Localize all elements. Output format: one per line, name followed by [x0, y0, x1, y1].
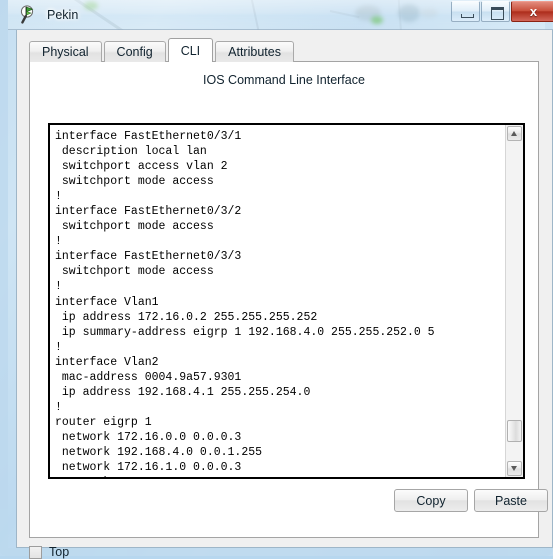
tab-attributes[interactable]: Attributes — [215, 41, 294, 62]
tab-cli-label: CLI — [180, 43, 201, 58]
top-checkbox[interactable] — [29, 545, 42, 559]
title-bar[interactable]: Pekin x — [8, 0, 553, 30]
minimize-button[interactable] — [451, 1, 480, 22]
maximize-button[interactable] — [481, 1, 510, 22]
window-client-area: Physical Config CLI Attributes IOS Comma… — [16, 30, 553, 559]
tab-config-label: Config — [116, 45, 153, 59]
scrollbar-thumb[interactable] — [507, 420, 522, 442]
minimize-icon — [461, 14, 474, 18]
scroll-up-arrow-icon[interactable] — [507, 126, 522, 141]
panel-title: IOS Command Line Interface — [203, 73, 365, 87]
copy-button[interactable]: Copy — [394, 489, 468, 512]
tab-cli[interactable]: CLI — [167, 38, 214, 62]
cli-console[interactable]: interface FastEthernet0/3/1 description … — [48, 123, 525, 479]
tab-config[interactable]: Config — [103, 41, 166, 62]
cli-tab-panel: IOS Command Line Interface interface Fas… — [29, 61, 548, 538]
maximize-icon — [491, 7, 504, 20]
top-checkbox-label: Top — [49, 545, 70, 559]
scroll-down-arrow-icon[interactable] — [507, 461, 522, 476]
cli-output-text[interactable]: interface FastEthernet0/3/1 description … — [50, 125, 505, 477]
tab-strip: Physical Config CLI Attributes — [29, 38, 296, 62]
close-button[interactable]: x — [511, 1, 553, 22]
paste-button[interactable]: Paste — [474, 489, 548, 512]
close-icon: x — [529, 4, 538, 19]
cli-vertical-scrollbar[interactable] — [505, 125, 523, 477]
tab-physical[interactable]: Physical — [29, 41, 102, 62]
tab-attributes-label: Attributes — [228, 45, 281, 59]
top-checkbox-row[interactable]: Top — [29, 545, 69, 559]
title-bar-left: Pekin — [20, 4, 78, 26]
packet-tracer-flag-icon — [20, 5, 40, 25]
tab-physical-label: Physical — [42, 45, 89, 59]
window-title: Pekin — [47, 8, 79, 22]
window-controls: x — [450, 1, 553, 22]
application-window: Pekin x Physical Config CLI Attributes I… — [0, 0, 553, 559]
